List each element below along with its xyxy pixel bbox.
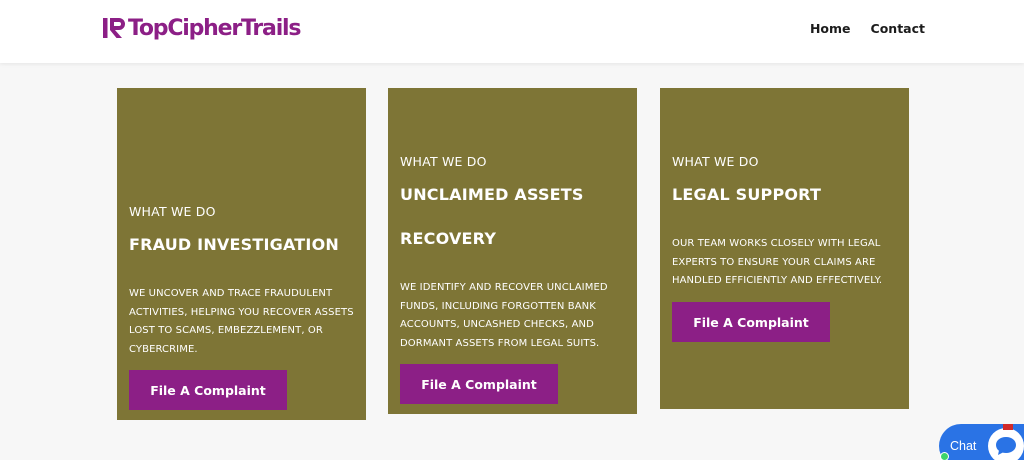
card-description-line: HANDLED EFFICIENTLY AND EFFECTIVELY. xyxy=(672,275,883,286)
logo-mark-icon xyxy=(103,18,125,38)
card-title: UNCLAIMED ASSETS RECOVERY xyxy=(400,173,630,261)
file-complaint-button[interactable]: File A Complaint xyxy=(129,370,287,410)
nav-contact-link[interactable]: Contact xyxy=(871,21,925,36)
card-description: WE IDENTIFY AND RECOVER UNCLAIMED FUNDS,… xyxy=(400,279,632,353)
main-nav: Home Contact xyxy=(810,21,925,36)
site-header: TopCipherTrails Home Contact xyxy=(0,0,1024,63)
card-description: WE UNCOVER AND TRACE FRAUDULENT ACTIVITI… xyxy=(129,285,361,359)
card-description: OUR TEAM WORKS CLOSELY WITH LEGAL EXPERT… xyxy=(672,235,904,291)
logo-text: TopCipherTrails xyxy=(128,15,301,41)
card-description-line: WE UNCOVER AND TRACE FRAUDULENT xyxy=(129,288,333,299)
card-description-line: ACCOUNTS, UNCASHED CHECKS, AND xyxy=(400,319,594,330)
service-card-unclaimed-assets: WHAT WE DO UNCLAIMED ASSETS RECOVERY WE … xyxy=(388,88,637,414)
card-eyebrow: WHAT WE DO xyxy=(400,154,487,169)
card-description-line: EXPERTS TO ENSURE YOUR CLAIMS ARE xyxy=(672,256,876,268)
file-complaint-button[interactable]: File A Complaint xyxy=(672,302,830,342)
card-description-line: OUR TEAM WORKS CLOSELY WITH LEGAL xyxy=(672,238,881,249)
card-title-line: RECOVERY xyxy=(400,229,497,248)
online-status-indicator xyxy=(940,452,949,460)
card-description-line: CYBERCRIME. xyxy=(129,343,198,355)
card-eyebrow: WHAT WE DO xyxy=(672,154,759,169)
chat-label: Chat xyxy=(950,439,977,453)
card-title-line: FRAUD INVESTIGATION xyxy=(129,235,339,254)
card-description-line: DORMANT ASSETS FROM LEGAL SUITS. xyxy=(400,337,600,349)
card-title-line: LEGAL SUPPORT xyxy=(672,185,822,204)
chat-bubble-icon xyxy=(988,428,1024,460)
brand-logo[interactable]: TopCipherTrails xyxy=(101,13,301,43)
card-description-line: WE IDENTIFY AND RECOVER UNCLAIMED xyxy=(400,282,608,293)
card-description-line: ACTIVITIES, HELPING YOU RECOVER ASSETS xyxy=(129,306,354,318)
file-complaint-button[interactable]: File A Complaint xyxy=(400,364,558,404)
card-description-line: FUNDS, INCLUDING FORGOTTEN BANK xyxy=(400,300,596,312)
service-card-legal-support: WHAT WE DO LEGAL SUPPORT OUR TEAM WORKS … xyxy=(660,88,909,409)
notification-flag xyxy=(1003,424,1013,430)
card-eyebrow: WHAT WE DO xyxy=(129,204,216,219)
nav-home-link[interactable]: Home xyxy=(810,21,851,36)
service-card-fraud-investigation: WHAT WE DO FRAUD INVESTIGATION WE UNCOVE… xyxy=(117,88,366,420)
card-title-line: UNCLAIMED ASSETS xyxy=(400,185,584,204)
card-description-line: LOST TO SCAMS, EMBEZZLEMENT, OR xyxy=(129,325,323,336)
card-title: LEGAL SUPPORT xyxy=(672,173,902,217)
card-title: FRAUD INVESTIGATION xyxy=(129,223,359,267)
